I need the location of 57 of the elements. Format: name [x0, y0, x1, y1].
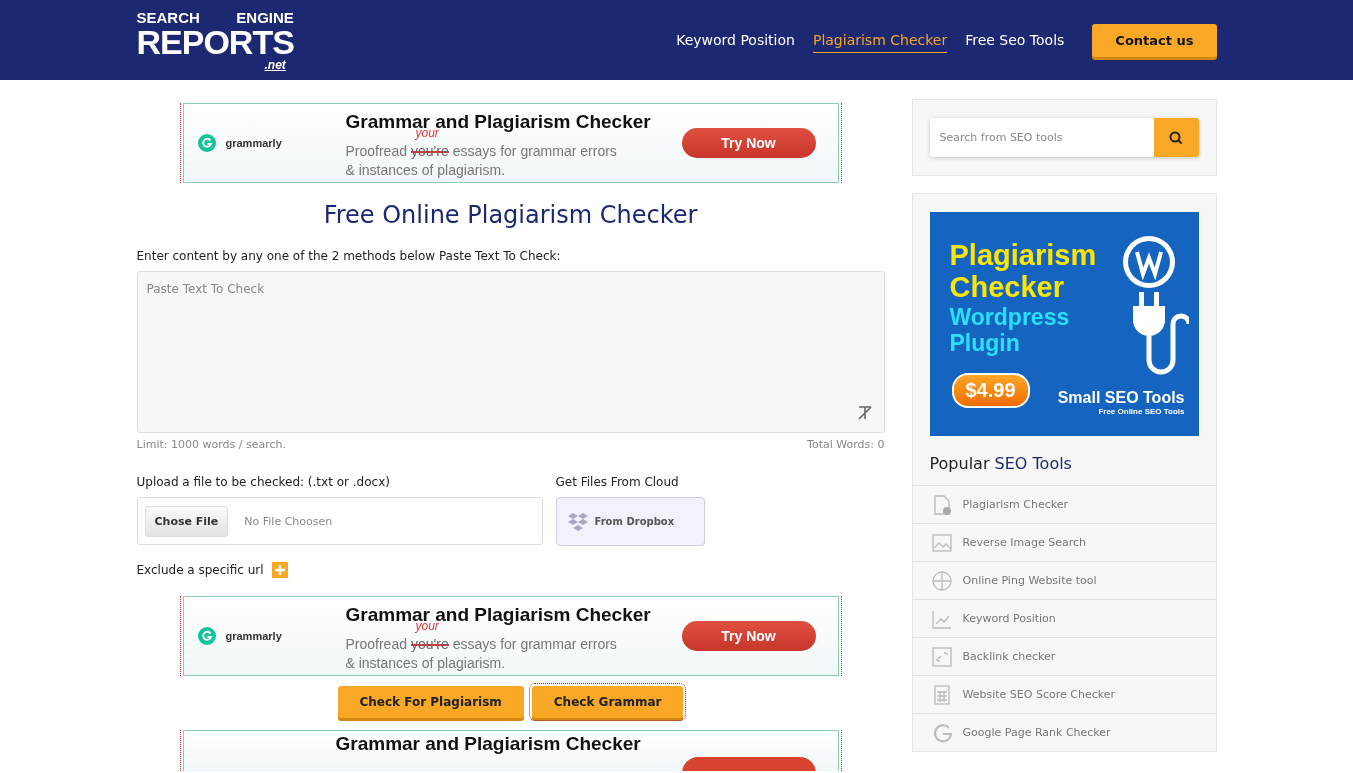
file-field[interactable]: Chose File No File Choosen: [136, 497, 543, 545]
upload-label: Upload a file to be checked: (.txt or .docx): [136, 475, 391, 489]
promo-subtitle: Plugin: [949, 330, 1021, 357]
promo-title: Checker: [949, 271, 1064, 304]
text-input-area[interactable]: Paste Text To Check: [136, 271, 885, 433]
ad-button[interactable]: [681, 757, 816, 771]
choose-file-button[interactable]: Chose File: [144, 505, 229, 537]
grammarly-logo-icon: [197, 627, 216, 645]
nav-link[interactable]: Plagiarism Checker: [812, 27, 948, 53]
ad-title: Grammar and Plagiarism Checker: [335, 733, 642, 755]
tool-link[interactable]: Website SEO Score Checker: [912, 675, 1216, 713]
section-title: Popular SEO Tools: [929, 454, 1073, 473]
image-icon: [930, 531, 953, 554]
nav-link[interactable]: Keyword Position: [676, 27, 795, 53]
dropbox-button[interactable]: From Dropbox: [555, 497, 705, 546]
page-title: Free Online Plagiarism Checker: [322, 201, 699, 229]
word-count: Total Words: 0: [807, 438, 885, 451]
ad-text: essays for grammar errors: [452, 142, 617, 159]
ad-text: & instances of plagiarism.: [345, 654, 507, 671]
check-button[interactable]: Check Grammar: [531, 686, 684, 718]
contact-button[interactable]: Contact us: [1092, 23, 1217, 57]
exclude-label: Exclude a specific url: [136, 563, 264, 577]
ad-brand: grammarly: [225, 137, 283, 149]
link-icon: [930, 645, 953, 668]
try-now-button[interactable]: Try Now: [681, 128, 816, 158]
limit-text: Limit: 1000 words / search.: [136, 438, 286, 451]
try-now-button[interactable]: Try Now: [681, 621, 816, 651]
promo-subtitle: Wordpress: [949, 303, 1071, 331]
tool-link[interactable]: Plagiarism Checker: [912, 485, 1216, 523]
ad-banner[interactable]: Grammar and Plagiarism Checker: [182, 730, 839, 771]
promo-banner[interactable]: Plagiarism Checker Wordpress Plugin $4.99 Small SEO Tools Free Online SEO Tools: [929, 212, 1199, 436]
tool-link[interactable]: Keyword Position: [912, 599, 1216, 637]
ad-text: Proofread: [345, 142, 407, 159]
promo-title: Plagiarism: [949, 240, 1098, 272]
file-status: No File Choosen: [244, 514, 333, 528]
ad-text: essays for grammar errors: [452, 635, 617, 652]
search-button[interactable]: [1153, 118, 1199, 157]
ad-text: & instances of plagiarism.: [345, 161, 507, 178]
ad-text: Proofread: [345, 635, 407, 652]
ad-brand: grammarly: [225, 630, 283, 642]
cloud-label: Get Files From Cloud: [555, 475, 680, 489]
search-icon: [1169, 130, 1183, 145]
instructions-text: Enter content by any one of the 2 methods below Paste Text To Check:: [136, 249, 562, 263]
globe-icon: [930, 569, 953, 592]
site-logo[interactable]: SEARCH ENGINE REPORTS .net: [136, 9, 294, 71]
dropbox-icon: [566, 511, 589, 532]
promo-brand: Small SEO Tools: [1057, 389, 1185, 407]
tool-link[interactable]: Online Ping Website tool: [912, 561, 1216, 599]
price-tag: $4.99: [951, 373, 1030, 408]
nav-link[interactable]: Free Seo Tools: [965, 27, 1065, 53]
promo-tagline: Free Online SEO Tools: [1098, 407, 1185, 416]
search-field[interactable]: Search from SEO tools: [929, 118, 1154, 157]
tool-link[interactable]: Google Page Rank Checker: [912, 713, 1216, 751]
tool-link[interactable]: Reverse Image Search: [912, 523, 1216, 561]
check-button[interactable]: Check For Plagiarism: [337, 686, 524, 718]
grammarly-logo-icon: [197, 134, 216, 152]
tool-link[interactable]: Backlink checker: [912, 637, 1216, 675]
